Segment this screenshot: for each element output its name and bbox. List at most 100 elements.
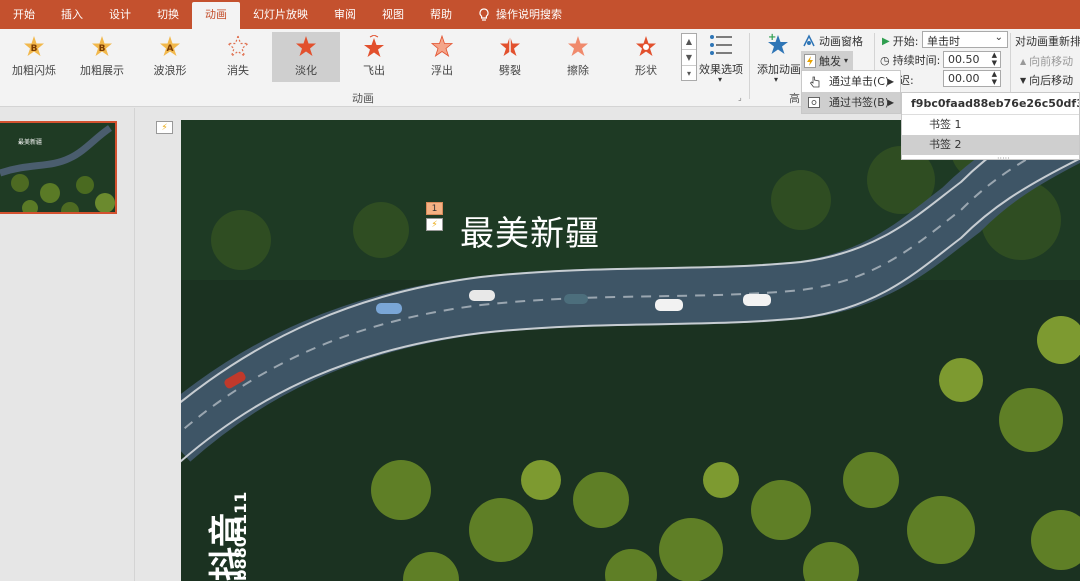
effect-label: 波浪形 [153,64,187,77]
star-fly-icon [364,35,384,57]
tab-design[interactable]: 设计 [96,0,144,29]
star-b-icon: B [92,36,112,56]
chevron-down-icon: ▾ [774,75,779,84]
effect-options-icon [710,35,732,55]
bookmark-item-1[interactable]: 书签 1 [902,115,1079,135]
effect-float-in[interactable]: 浮出 [408,32,476,82]
on-click-label: 通过单击(C) [829,75,890,88]
slide-background-image [181,120,1080,581]
effect-bold-flash[interactable]: B 加粗闪烁 [0,32,68,82]
separator [1010,33,1011,99]
slide-title[interactable]: 最美新疆 [460,206,600,255]
slide-trigger-indicator[interactable]: ⚡ [156,121,173,134]
trigger-lightning-icon [804,53,816,68]
spinner-arrows-icon[interactable]: ▲ ▼ [992,70,997,86]
star-a-icon: A [160,36,180,56]
move-earlier-button[interactable]: ▲ 向前移动 [1020,53,1073,69]
ribbon-tab-bar: 开始 插入 设计 切换 动画 幻灯片放映 审阅 视图 帮助 操作说明搜索 [0,0,1080,29]
trigger-lightning-badge[interactable]: ⚡ [426,218,443,231]
tab-transitions[interactable]: 切换 [144,0,192,29]
chevron-down-icon: ▾ [844,56,849,65]
resize-grip-icon[interactable]: ····· [997,154,1010,163]
trigger-menu: 通过单击(C) ▶ 通过书签(B) ▶ [801,70,901,114]
effect-label: 擦除 [567,64,589,77]
tab-help[interactable]: 帮助 [417,0,465,29]
cursor-hand-icon [809,76,820,88]
tab-review[interactable]: 审阅 [321,0,369,29]
delay-value: 00.00 [948,72,980,85]
move-earlier-label: 向前移动 [1029,55,1074,68]
trigger-button[interactable]: 触发 ▾ [801,51,854,70]
play-icon: ▶ [882,35,890,47]
star-shape-icon [636,36,656,56]
effect-split[interactable]: 劈裂 [476,32,544,82]
animation-pane-label: 动画窗格 [819,35,863,48]
chevron-right-icon: ▶ [887,77,894,86]
star-fade-icon [296,36,316,56]
add-animation-label: 添加动画 [757,63,801,76]
move-later-button[interactable]: ▼ 向后移动 [1020,72,1073,88]
star-split-icon [500,36,520,56]
reorder-title: 对动画重新排序 [1015,35,1080,48]
gallery-up-button[interactable]: ▲ [682,34,696,50]
effect-label: 浮出 [431,64,453,77]
effect-shape[interactable]: 形状 [612,32,680,82]
add-animation-button[interactable]: + 添加动画 ▾ [754,31,801,89]
tab-home[interactable]: 开始 [0,0,48,29]
effect-label: 形状 [635,64,657,77]
trigger-on-click-item[interactable]: 通过单击(C) ▶ [802,71,900,92]
move-later-label: 向后移动 [1029,74,1074,87]
svg-text:B: B [31,44,38,54]
effect-fade[interactable]: 淡化 [272,32,340,82]
tab-view[interactable]: 视图 [369,0,417,29]
clock-icon: ◷ [880,53,890,67]
start-dropdown[interactable]: 单击时 ⌄ [922,31,1008,48]
trigger-on-bookmark-item[interactable]: 通过书签(B) ▶ [802,92,900,113]
slide-thumbnail[interactable]: 最美新疆 [0,121,117,214]
dialog-launcher-icon[interactable]: ⌟ [738,93,742,102]
effect-wave[interactable]: A 波浪形 [136,32,204,82]
animation-group-label: 动画 [352,92,374,105]
thumbnail-title: 最美新疆 [18,139,43,146]
star-dotted-icon [226,35,250,58]
star-float-icon [430,35,454,58]
animation-order-badge[interactable]: 1 [426,202,443,215]
effect-label: 消失 [227,64,249,77]
tab-insert[interactable]: 插入 [48,0,96,29]
tab-animations[interactable]: 动画 [192,2,240,29]
spinner-arrows-icon[interactable]: ▲ ▼ [992,51,997,67]
tab-slideshow[interactable]: 幻灯片放映 [240,0,321,29]
tell-me-search[interactable]: 操作说明搜索 [465,0,575,29]
triangle-up-icon: ▲ [1020,56,1027,66]
duration-label-row: ◷ 持续时间: [880,52,940,68]
svg-text:B: B [99,44,106,54]
on-bookmark-label: 通过书签(B) [829,96,890,109]
effect-label: 加粗展示 [80,64,124,77]
bookmark-item-2[interactable]: 书签 2 [902,135,1079,155]
search-label: 操作说明搜索 [496,8,562,21]
trigger-label: 触发 [819,54,841,68]
media-id-header: f9bc0faad88eb76e26c50df35ecda8 [902,93,1079,115]
lightbulb-icon [479,7,489,21]
effect-bold-reveal[interactable]: B 加粗展示 [68,32,136,82]
animation-pane-icon [803,34,815,47]
effect-label: 加粗闪烁 [12,64,56,77]
chevron-right-icon: ▶ [887,98,894,107]
bookmark-media-icon [808,97,820,108]
start-value: 单击时 [927,35,960,48]
delay-spinner[interactable]: 00.00 ▲ ▼ [943,70,1001,87]
gallery-down-button[interactable]: ▼ [682,50,696,66]
start-label: 开始: [892,35,919,48]
effect-fly-in[interactable]: 飞出 [340,32,408,82]
effect-wipe[interactable]: 擦除 [544,32,612,82]
gallery-more-button[interactable]: ▾ [682,66,696,81]
animation-pane-button[interactable]: 动画窗格 [802,33,863,49]
star-wipe-icon [568,36,588,56]
slide-canvas[interactable]: 1 ⚡ 最美新疆 抖音 b8801111 [181,120,1080,581]
duration-spinner[interactable]: 00.50 ▲ ▼ [943,51,1001,68]
duration-value: 00.50 [948,53,980,66]
effect-options-button[interactable]: 效果选项 ▾ [699,33,743,89]
effect-disappear[interactable]: 消失 [204,32,272,82]
add-animation-star-icon: + [768,32,788,54]
effect-label: 劈裂 [499,64,521,77]
